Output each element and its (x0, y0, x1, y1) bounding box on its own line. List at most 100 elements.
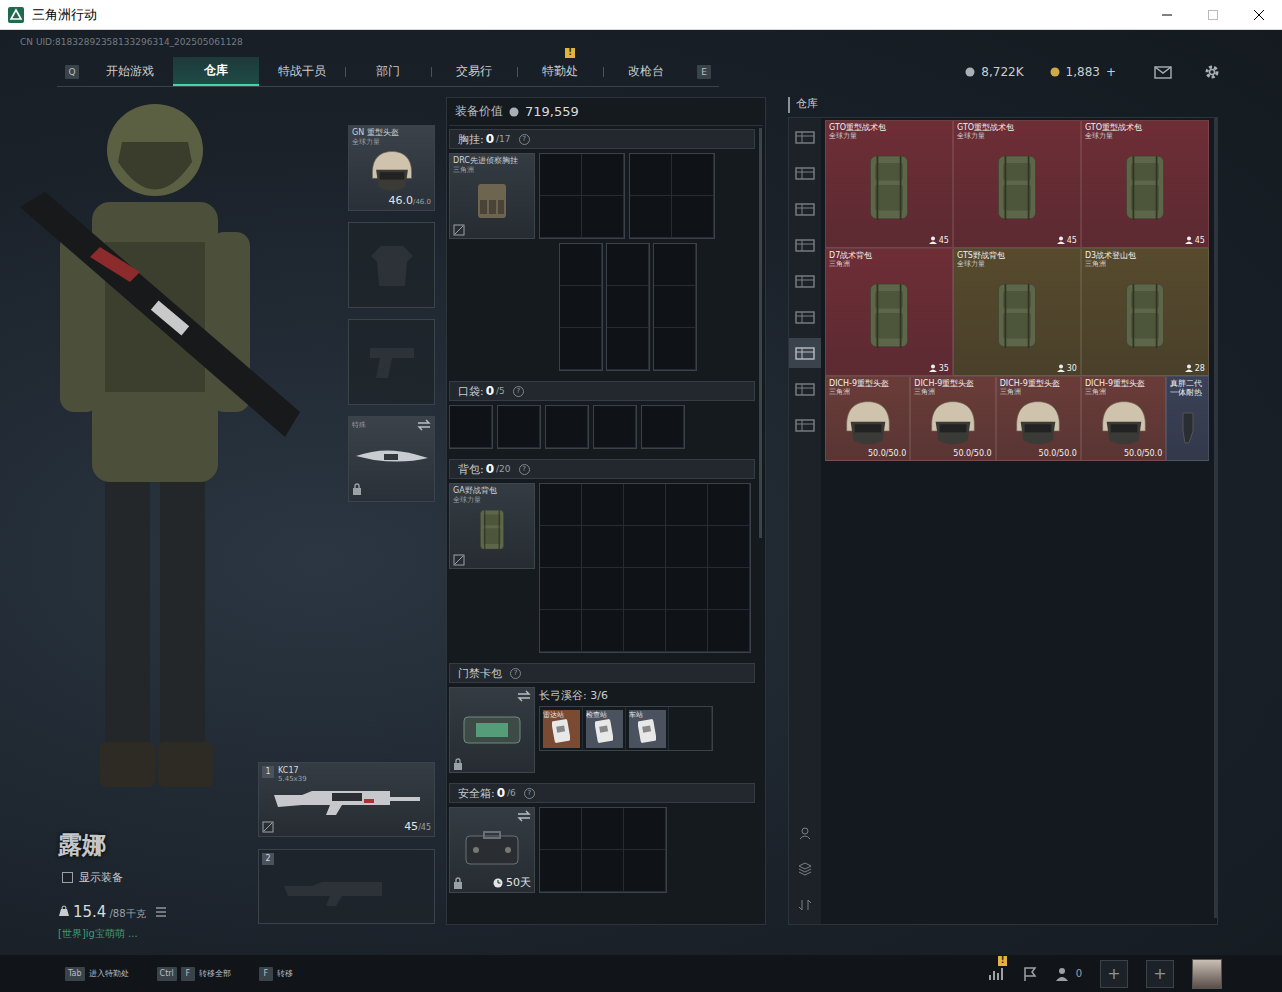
nav-tab[interactable]: 开始游戏 (87, 57, 173, 86)
stash-page-tab[interactable] (789, 374, 821, 404)
melee-slot[interactable]: 特殊 (348, 416, 435, 502)
equipped-item[interactable]: GA野战背包全球力量 (449, 483, 535, 569)
maximize-button[interactable] (1190, 0, 1236, 30)
grid-cell[interactable] (654, 286, 696, 328)
grid-cell[interactable] (540, 850, 582, 892)
grid-cell[interactable] (624, 610, 666, 652)
slot-grid[interactable] (653, 243, 697, 371)
slot-grid[interactable] (629, 153, 715, 239)
grid-cell[interactable] (582, 196, 624, 238)
stash-item[interactable]: GTO重型战术包全球力量45 (825, 120, 953, 248)
stash-item[interactable]: D3战术登山包三角洲28 (1081, 248, 1209, 376)
grid-cell[interactable] (540, 196, 582, 238)
stats-button[interactable]: ! (988, 966, 1004, 982)
keycard-slot[interactable]: 雷达站 (540, 707, 583, 750)
grid-cell[interactable] (582, 610, 624, 652)
slot-grid[interactable] (545, 405, 589, 449)
slot-grid[interactable] (539, 153, 625, 239)
grid-cell[interactable] (607, 244, 649, 286)
grid-cell[interactable] (624, 526, 666, 568)
stash-page-tab[interactable] (789, 230, 821, 260)
keycard-slot[interactable] (669, 707, 712, 750)
grid-cell[interactable] (540, 568, 582, 610)
weapon-slot[interactable]: 2 (258, 849, 435, 924)
grid-cell[interactable] (708, 568, 750, 610)
grid-cell[interactable] (540, 484, 582, 526)
add-teammate-button[interactable]: + (1100, 960, 1128, 988)
grid-cell[interactable] (582, 808, 624, 850)
nav-tab[interactable]: 交易行 (431, 57, 517, 86)
grid-cell[interactable] (624, 808, 666, 850)
grid-cell[interactable] (708, 484, 750, 526)
grid-cell[interactable] (666, 610, 708, 652)
add-tickets-button[interactable]: + (1106, 65, 1116, 79)
tool-button[interactable] (789, 818, 821, 848)
slot-grid[interactable] (606, 243, 650, 371)
grid-cell[interactable] (540, 610, 582, 652)
grid-cell[interactable] (607, 286, 649, 328)
key-hint[interactable]: F转移 (259, 967, 293, 981)
close-button[interactable] (1236, 0, 1282, 30)
stash-page-tab[interactable] (789, 410, 821, 440)
keycard[interactable]: 检查站 (586, 710, 623, 748)
slot-grid[interactable] (449, 405, 493, 449)
stash-item[interactable]: GTO重型战术包全球力量45 (953, 120, 1081, 248)
armor-slot[interactable] (348, 222, 435, 308)
grid-cell[interactable] (666, 526, 708, 568)
stash-item[interactable]: D7战术背包三角洲35 (825, 248, 953, 376)
grid-cell[interactable] (630, 196, 672, 238)
stash-page-tab[interactable] (789, 302, 821, 332)
grid-cell[interactable] (582, 526, 624, 568)
grid-cell[interactable] (560, 328, 602, 370)
grid-cell[interactable] (624, 484, 666, 526)
helmet-slot[interactable]: GN 重型头盔全球力量46.0/46.0 (348, 125, 435, 211)
player-avatar[interactable] (1192, 959, 1222, 989)
grid-cell[interactable] (594, 406, 636, 448)
slot-grid[interactable] (559, 243, 603, 371)
nav-tab[interactable]: 特勤处! (517, 57, 603, 86)
grid-cell[interactable] (560, 244, 602, 286)
keycard-slot[interactable]: 检查站 (583, 707, 626, 750)
stash-item[interactable]: 真胖二代一体耐热 (1166, 376, 1209, 461)
tool-button[interactable] (789, 854, 821, 884)
grid-cell[interactable] (607, 328, 649, 370)
slot-grid[interactable] (641, 405, 685, 449)
grid-cell[interactable] (582, 484, 624, 526)
grid-cell[interactable] (672, 196, 714, 238)
grid-cell[interactable] (540, 526, 582, 568)
tool-button[interactable] (789, 890, 821, 920)
grid-cell[interactable] (630, 154, 672, 196)
grid-cell[interactable] (642, 406, 684, 448)
keycard-slot[interactable]: 车站 (626, 707, 669, 750)
stash-page-tab[interactable] (789, 338, 821, 368)
weapon-slot[interactable]: 1KC175.45x3945/45 (258, 762, 435, 837)
stash-page-tab[interactable] (789, 122, 821, 152)
grid-cell[interactable] (708, 526, 750, 568)
grid-cell[interactable] (654, 328, 696, 370)
key-hint[interactable]: Tab进入特勤处 (65, 967, 129, 981)
grid-cell[interactable] (540, 808, 582, 850)
stash-page-tab[interactable] (789, 158, 821, 188)
minimize-button[interactable] (1144, 0, 1190, 30)
grid-cell[interactable] (582, 154, 624, 196)
equipped-item[interactable]: DRC先进侦察胸挂三角洲 (449, 153, 535, 239)
friends-button[interactable]: 0 (1056, 966, 1082, 982)
flag-button[interactable] (1022, 966, 1038, 982)
grid-cell[interactable] (560, 286, 602, 328)
keycard[interactable]: 雷达站 (543, 710, 580, 748)
stash-item[interactable]: GTS野战背包全球力量30 (953, 248, 1081, 376)
grid-cell[interactable] (582, 568, 624, 610)
show-gear-toggle[interactable]: 显示装备 (62, 870, 167, 885)
grid-cell[interactable] (546, 406, 588, 448)
grid-cell[interactable] (582, 850, 624, 892)
stash-item[interactable]: GTO重型战术包全球力量45 (1081, 120, 1209, 248)
keycard[interactable]: 车站 (629, 710, 666, 748)
key-hint[interactable]: CtrlF转移全部 (157, 967, 231, 981)
checkbox[interactable] (62, 872, 73, 883)
nav-tab[interactable]: 部门 (345, 57, 431, 86)
grid-cell[interactable] (672, 154, 714, 196)
slot-grid[interactable] (497, 405, 541, 449)
grid-cell[interactable] (654, 244, 696, 286)
grid-cell[interactable] (540, 154, 582, 196)
pistol-slot[interactable] (348, 319, 435, 405)
